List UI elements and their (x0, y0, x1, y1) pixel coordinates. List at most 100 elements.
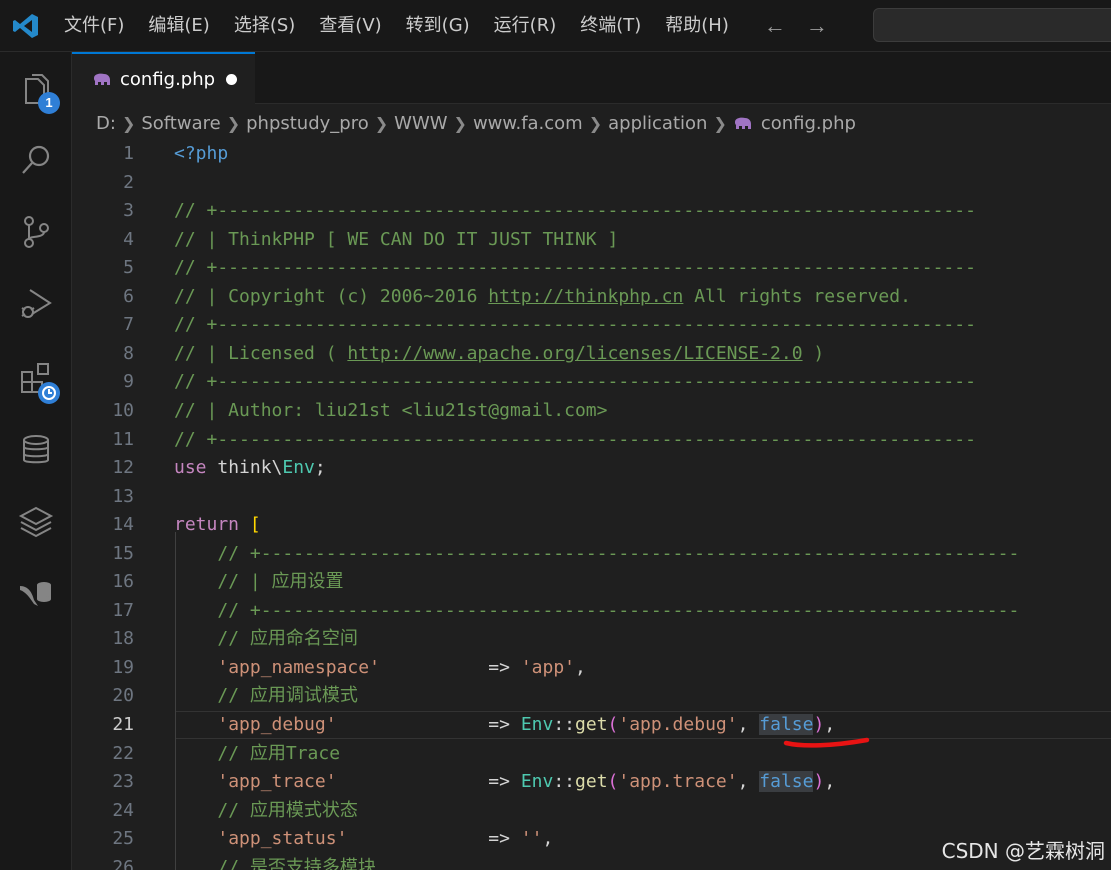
command-center-search[interactable] (873, 8, 1111, 42)
line-number: 20 (112, 685, 134, 707)
menu-view[interactable]: 查看(V) (307, 0, 393, 52)
chevron-right-icon: ❯ (453, 113, 467, 133)
explorer-badge: 1 (38, 92, 60, 114)
search-icon[interactable] (14, 138, 58, 182)
code-editor[interactable]: 1 <?php 2 3// +----------------------------… (72, 140, 1111, 870)
line-number: 24 (112, 799, 134, 821)
code-line[interactable]: 20 // 应用调试模式 (72, 682, 1111, 710)
line-code: // +------------------------------------… (174, 371, 976, 393)
line-code: // | Author: liu21st <liu21st@gmail.com> (174, 399, 608, 421)
chevron-right-icon: ❯ (588, 113, 603, 133)
menu-bar: 文件(F) 编辑(E) 选择(S) 查看(V) 转到(G) 运行(R) 终端(T… (52, 0, 741, 52)
menu-edit[interactable]: 编辑(E) (136, 0, 221, 52)
code-line[interactable]: 24 // 应用模式状态 (72, 797, 1111, 825)
code-line[interactable]: 23 'app_trace' => Env::get('app.trace', … (72, 768, 1111, 796)
code-line[interactable]: 18 // 应用命名空间 (72, 625, 1111, 653)
php-elephant-icon (92, 71, 112, 87)
mysql-icon[interactable] (14, 572, 58, 616)
code-line[interactable]: 7 // +-----------------------------------… (72, 311, 1111, 339)
chevron-right-icon: ❯ (226, 113, 241, 133)
line-number: 23 (112, 771, 134, 793)
menu-go[interactable]: 转到(G) (394, 0, 482, 52)
line-number: 6 (123, 285, 134, 307)
vscode-logo-icon (0, 0, 52, 52)
line-code: 'app_status' => '', (217, 828, 554, 850)
menu-help[interactable]: 帮助(H) (653, 0, 741, 52)
code-line[interactable]: 16 // | 应用设置 (72, 568, 1111, 596)
unsaved-dot-icon[interactable] (226, 73, 237, 85)
breadcrumb-site[interactable]: www.fa.com (473, 113, 583, 134)
code-line[interactable]: 22 // 应用Trace (72, 740, 1111, 768)
code-line[interactable]: 17 // +---------------------------------… (72, 597, 1111, 625)
database-icon[interactable] (14, 428, 58, 472)
code-line[interactable]: 6 // | Copyright (c) 2006~2016 http://thi… (72, 283, 1111, 311)
line-number: 17 (112, 599, 134, 621)
line-number: 3 (123, 200, 134, 222)
code-line[interactable]: 14 return [ (72, 511, 1111, 539)
code-line[interactable]: 4 // | ThinkPHP [ WE CAN DO IT JUST THINK… (72, 226, 1111, 254)
breadcrumb-software[interactable]: Software (141, 113, 220, 134)
line-number: 14 (112, 514, 134, 536)
breadcrumb-www[interactable]: WWW (394, 113, 447, 134)
activity-bar: 1 (0, 52, 72, 870)
line-code: // 应用Trace (217, 742, 341, 764)
line-code: // +------------------------------------… (174, 428, 976, 450)
code-line[interactable]: 15 // +---------------------------------… (72, 540, 1111, 568)
line-number: 16 (112, 571, 134, 593)
code-line[interactable]: 5 // +-----------------------------------… (72, 254, 1111, 282)
code-line[interactable]: 19 'app_namespace' => 'app', (72, 654, 1111, 682)
extensions-icon[interactable] (14, 356, 60, 404)
forward-arrow-icon[interactable]: → (805, 13, 829, 39)
line-code: // 应用命名空间 (217, 628, 358, 650)
menu-selection[interactable]: 选择(S) (222, 0, 307, 52)
code-line[interactable]: 11 // +----------------------------------… (72, 426, 1111, 454)
line-code: // | Copyright (c) 2006~2016 http://thin… (174, 285, 911, 307)
menu-run[interactable]: 运行(R) (482, 0, 569, 52)
code-line[interactable]: 12 use think\Env; (72, 454, 1111, 482)
line-code: 'app_debug' => Env::get('app.debug', fal… (217, 714, 836, 735)
line-code: // +------------------------------------… (174, 314, 976, 336)
title-bar: 文件(F) 编辑(E) 选择(S) 查看(V) 转到(G) 运行(R) 终端(T… (0, 0, 1111, 52)
code-line[interactable]: 13 (72, 483, 1111, 511)
line-number: 5 (123, 257, 134, 279)
code-line[interactable]: 1 <?php (72, 140, 1111, 168)
line-code: return [ (174, 514, 261, 536)
line-code: <?php (174, 143, 229, 164)
breadcrumb-application[interactable]: application (608, 113, 707, 134)
tab-config-php[interactable]: config.php (72, 52, 255, 104)
code-line[interactable]: 21 'app_debug' => Env::get('app.debug', … (72, 711, 1111, 739)
line-code: // 应用模式状态 (217, 799, 358, 821)
chevron-right-icon: ❯ (713, 113, 727, 133)
line-number: 13 (112, 485, 134, 507)
menu-file[interactable]: 文件(F) (52, 0, 136, 52)
menu-terminal[interactable]: 终端(T) (568, 0, 653, 52)
code-line[interactable]: 10 // | Author: liu21st <liu21st@gmail.co… (72, 397, 1111, 425)
code-line[interactable]: 9 // +-----------------------------------… (72, 368, 1111, 396)
tab-bar: config.php (72, 52, 1111, 104)
line-code: // +------------------------------------… (217, 542, 1020, 564)
line-code: // +------------------------------------… (174, 200, 976, 222)
explorer-icon[interactable]: 1 (14, 68, 60, 114)
watermark: CSDN @艺霖树洞 (941, 839, 1105, 863)
line-code: 'app_namespace' => 'app', (217, 656, 586, 678)
breadcrumb-file[interactable]: config.php (761, 113, 856, 134)
breadcrumb-drive[interactable]: D: (96, 113, 116, 134)
line-number: 11 (112, 428, 134, 450)
line-code: // +------------------------------------… (217, 599, 1020, 621)
source-control-icon[interactable] (14, 210, 58, 254)
breadcrumb: D: ❯ Software ❯ phpstudy_pro ❯ WWW ❯ www… (96, 106, 856, 140)
clock-icon (38, 382, 60, 404)
breadcrumb-phpstudy[interactable]: phpstudy_pro (246, 113, 369, 134)
line-code: // | 应用设置 (217, 571, 344, 593)
line-number: 22 (112, 742, 134, 764)
code-line[interactable]: 2 (72, 169, 1111, 197)
layers-icon[interactable] (14, 500, 58, 544)
code-line[interactable]: 8 // | Licensed ( http://www.apache.org/l… (72, 340, 1111, 368)
code-line[interactable]: 3 // +-----------------------------------… (72, 197, 1111, 225)
red-underline-annotation (783, 737, 870, 748)
line-number: 21 (112, 714, 134, 735)
run-debug-icon[interactable] (14, 282, 58, 326)
line-number: 9 (123, 371, 134, 393)
back-arrow-icon[interactable]: ← (763, 13, 787, 39)
php-elephant-icon (733, 116, 753, 130)
